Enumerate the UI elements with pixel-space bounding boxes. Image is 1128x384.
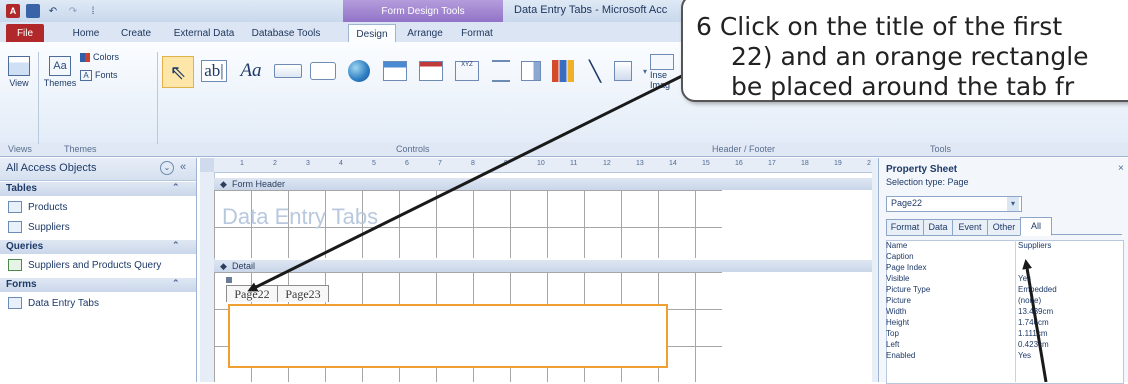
callout-line-3: be placed around the tab fr	[731, 72, 1075, 101]
arrow-to-name-property	[1022, 259, 1048, 382]
instruction-callout: 6 Click on the title of the first 22) an…	[681, 0, 1128, 102]
arrow-to-tab-page22	[247, 70, 691, 292]
callout-line-1: 6 Click on the title of the first	[696, 12, 1063, 41]
callout-line-2: 22) and an orange rectangle	[731, 42, 1089, 71]
